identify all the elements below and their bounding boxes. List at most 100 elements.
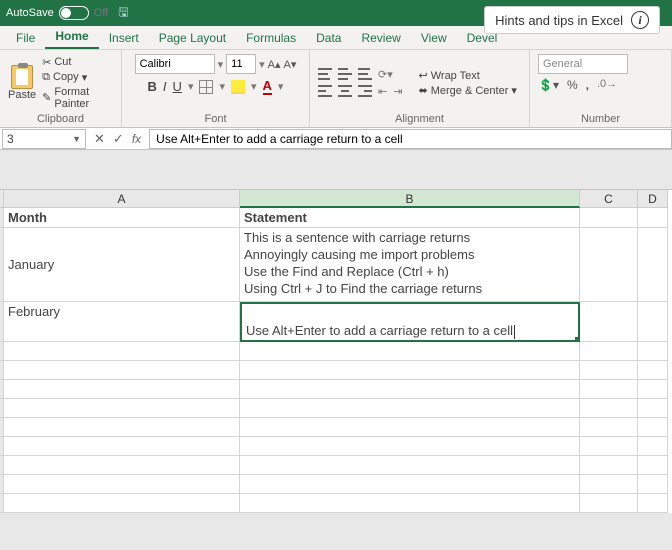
tab-insert[interactable]: Insert — [99, 27, 149, 49]
cell[interactable] — [4, 399, 240, 418]
cell[interactable] — [638, 475, 668, 494]
autosave-toggle[interactable]: AutoSave Off — [6, 6, 108, 20]
paste-button[interactable]: Paste — [8, 65, 36, 101]
align-top-icon[interactable] — [318, 68, 332, 80]
cell[interactable] — [4, 437, 240, 456]
align-center-icon[interactable] — [338, 85, 352, 97]
tab-data[interactable]: Data — [306, 27, 351, 49]
name-box[interactable]: 3 ▼ — [2, 129, 86, 149]
font-color-dropdown-icon[interactable]: ▾ — [278, 80, 284, 93]
cell[interactable] — [638, 437, 668, 456]
cell[interactable] — [580, 456, 638, 475]
info-icon[interactable]: i — [631, 11, 649, 29]
fill-dropdown-icon[interactable]: ▾ — [251, 80, 257, 93]
cell[interactable] — [580, 228, 638, 302]
cell[interactable] — [240, 456, 580, 475]
font-name-dropdown-icon[interactable]: ▾ — [218, 58, 224, 71]
column-header-c[interactable]: C — [580, 190, 638, 208]
save-icon[interactable]: 🖫 — [118, 3, 128, 24]
tab-review[interactable]: Review — [351, 27, 410, 49]
cell[interactable] — [4, 380, 240, 399]
accounting-format-button[interactable]: 💲▾ — [538, 78, 559, 92]
hints-tooltip[interactable]: Hints and tips in Excel i — [484, 6, 660, 34]
cell[interactable] — [638, 302, 668, 342]
cell[interactable] — [240, 475, 580, 494]
cell[interactable] — [4, 456, 240, 475]
borders-button[interactable] — [199, 80, 213, 94]
orientation-icon[interactable]: ⟳▾ — [378, 68, 393, 81]
cell[interactable] — [580, 418, 638, 437]
cell[interactable] — [580, 399, 638, 418]
cell[interactable] — [240, 361, 580, 380]
cell[interactable] — [240, 399, 580, 418]
align-left-icon[interactable] — [318, 85, 332, 97]
font-color-button[interactable]: A — [263, 78, 272, 95]
increase-indent-icon[interactable]: ⇥ — [393, 85, 402, 98]
formula-bar-input[interactable] — [149, 129, 672, 149]
decrease-font-icon[interactable]: A▾ — [284, 58, 297, 71]
cell[interactable] — [580, 342, 638, 361]
cell[interactable] — [580, 475, 638, 494]
tab-home[interactable]: Home — [45, 25, 98, 49]
cell[interactable] — [638, 342, 668, 361]
active-cell-b3[interactable]: Use Alt+Enter to add a carriage return t… — [240, 302, 580, 342]
merge-center-button[interactable]: ⬌ Merge & Center ▾ — [418, 84, 517, 97]
underline-button[interactable]: U — [173, 79, 182, 94]
cell[interactable] — [580, 437, 638, 456]
cell-b-header[interactable]: Statement — [240, 208, 580, 228]
decrease-indent-icon[interactable]: ⇤ — [378, 85, 387, 98]
tab-view[interactable]: View — [411, 27, 457, 49]
underline-dropdown-icon[interactable]: ▾ — [188, 80, 194, 93]
align-middle-icon[interactable] — [338, 68, 352, 80]
bold-button[interactable]: B — [148, 79, 157, 94]
comma-format-button[interactable]: , — [586, 78, 589, 92]
cell[interactable] — [638, 361, 668, 380]
cell[interactable] — [638, 399, 668, 418]
cell[interactable] — [580, 380, 638, 399]
align-right-icon[interactable] — [358, 85, 372, 97]
cell[interactable] — [580, 302, 638, 342]
cell-month-jan[interactable]: January — [4, 228, 240, 302]
cell[interactable] — [240, 418, 580, 437]
cell[interactable] — [4, 342, 240, 361]
tab-formulas[interactable]: Formulas — [236, 27, 306, 49]
cell[interactable] — [240, 437, 580, 456]
column-header-d[interactable]: D — [638, 190, 668, 208]
borders-dropdown-icon[interactable]: ▾ — [219, 80, 225, 93]
percent-format-button[interactable]: % — [567, 78, 578, 92]
cell[interactable] — [638, 228, 668, 302]
wrap-text-button[interactable]: ↩ Wrap Text — [418, 69, 517, 82]
column-header-b[interactable]: B — [240, 190, 580, 208]
number-format-select[interactable] — [538, 54, 628, 74]
cell-statement-jan[interactable]: This is a sentence with carriage returns… — [240, 228, 580, 302]
cell[interactable] — [4, 475, 240, 494]
fx-icon[interactable]: fx — [132, 132, 141, 146]
fill-color-button[interactable] — [231, 80, 245, 94]
cell[interactable] — [240, 380, 580, 399]
cancel-edit-icon[interactable]: ✕ — [94, 131, 105, 147]
tab-page-layout[interactable]: Page Layout — [149, 27, 236, 49]
copy-button[interactable]: ⧉ Copy ▾ — [42, 71, 113, 84]
italic-button[interactable]: I — [163, 79, 167, 94]
spreadsheet-grid[interactable]: A B C D Month Statement January This is … — [0, 190, 672, 513]
font-name-select[interactable] — [135, 54, 215, 74]
autosave-switch[interactable] — [59, 6, 89, 20]
cell[interactable] — [240, 494, 580, 513]
cell[interactable] — [638, 418, 668, 437]
cell[interactable] — [580, 208, 638, 228]
font-size-dropdown-icon[interactable]: ▾ — [259, 58, 265, 71]
font-size-select[interactable] — [226, 54, 256, 74]
enter-edit-icon[interactable]: ✓ — [113, 131, 124, 147]
cell[interactable] — [638, 456, 668, 475]
cut-button[interactable]: ✂ Cut — [42, 56, 113, 69]
tab-file[interactable]: File — [6, 27, 45, 49]
increase-decimal-icon[interactable]: .0→ — [597, 78, 617, 92]
cell[interactable] — [4, 361, 240, 380]
cell[interactable] — [580, 361, 638, 380]
cell[interactable] — [4, 418, 240, 437]
align-bottom-icon[interactable] — [358, 68, 372, 80]
format-painter-button[interactable]: ✎ Format Painter — [42, 86, 113, 110]
cell-a-header[interactable]: Month — [4, 208, 240, 228]
cell[interactable] — [638, 494, 668, 513]
cell[interactable] — [580, 494, 638, 513]
